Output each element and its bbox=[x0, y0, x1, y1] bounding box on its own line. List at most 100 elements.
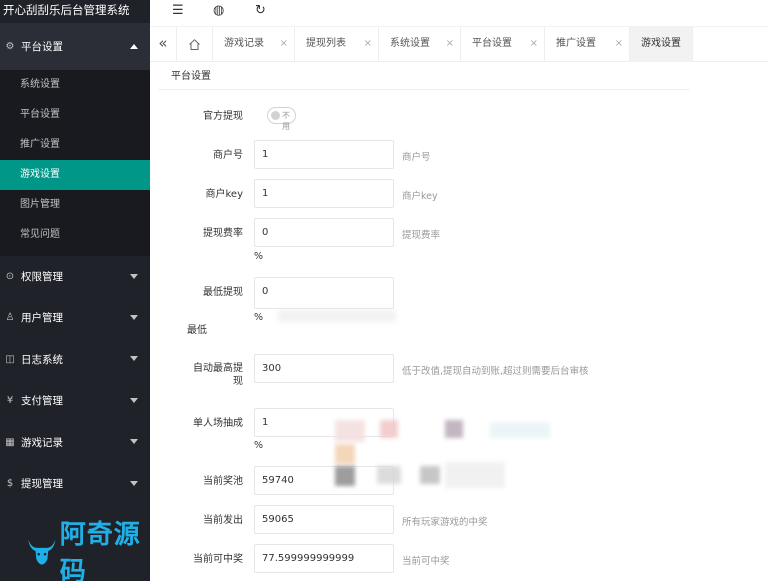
sidebar-item-promotion-settings[interactable]: 推广设置 bbox=[0, 130, 150, 160]
chevron-down-icon bbox=[130, 439, 138, 444]
current-winnable-label: 当前可中奖 bbox=[193, 554, 243, 565]
sidebar-item-game-settings[interactable]: 游戏设置 bbox=[0, 160, 150, 190]
current-pool-label: 当前奖池 bbox=[203, 476, 243, 487]
sidebar-group-payments[interactable]: ¥ 支付管理 bbox=[0, 380, 150, 421]
min-withdraw-extra-label: 最低 bbox=[187, 325, 207, 336]
watermark-text: 阿奇源码 bbox=[59, 520, 141, 581]
sidebar-item-system-settings[interactable]: 系统设置 bbox=[0, 70, 150, 100]
gear-icon: ⚙ bbox=[5, 41, 15, 52]
current-winnable-hint: 当前可中奖 bbox=[402, 556, 450, 567]
tab-label: 推广设置 bbox=[556, 38, 596, 49]
sidebar-group-label: 游戏记录 bbox=[21, 436, 63, 449]
withdraw-fee-input[interactable]: 0 bbox=[254, 218, 394, 247]
auto-max-withdraw-label-line1: 自动最高提 bbox=[193, 363, 243, 374]
official-withdraw-label: 官方提现 bbox=[203, 111, 243, 122]
auto-max-withdraw-hint: 低于改值,提现自动到账,超过则需要后台审核 bbox=[402, 366, 589, 377]
refresh-icon[interactable]: ↻ bbox=[255, 3, 266, 18]
dollar-icon: $ bbox=[6, 478, 14, 489]
globe-icon[interactable]: ◍ bbox=[213, 3, 224, 18]
sidebar-group-users[interactable]: ♙ 用户管理 bbox=[0, 297, 150, 338]
tab-label: 平台设置 bbox=[472, 38, 512, 49]
tab-game-records[interactable]: 游戏记录 × bbox=[213, 27, 295, 62]
current-payout-hint: 所有玩家游戏的中奖 bbox=[402, 517, 488, 528]
merchant-no-hint: 商户号 bbox=[402, 152, 431, 163]
divider bbox=[158, 89, 690, 90]
withdraw-fee-unit: % bbox=[254, 251, 264, 262]
sidebar-group-label: 权限管理 bbox=[21, 271, 63, 283]
tab-promotion-settings[interactable]: 推广设置 × bbox=[545, 27, 630, 62]
chevron-down-icon bbox=[130, 273, 138, 279]
sidebar-group-logs[interactable]: ◫ 日志系统 bbox=[0, 338, 150, 380]
sidebar-item-faq[interactable]: 常见问题 bbox=[0, 220, 150, 250]
tab-label: 游戏记录 bbox=[224, 38, 264, 49]
chevron-down-icon bbox=[130, 397, 138, 403]
tab-system-settings[interactable]: 系统设置 × bbox=[379, 27, 461, 62]
tab-withdraw-list[interactable]: 提现列表 × bbox=[295, 27, 379, 62]
tab-label: 系统设置 bbox=[390, 38, 430, 49]
current-winnable-input[interactable]: 77.599999999999 bbox=[254, 544, 394, 573]
withdraw-fee-hint: 提现费率 bbox=[402, 230, 441, 241]
home-tab[interactable] bbox=[177, 27, 213, 62]
merchant-key-hint: 商户key bbox=[402, 191, 438, 202]
tab-game-settings[interactable]: 游戏设置 bbox=[630, 27, 693, 62]
switch-text: 不用 bbox=[282, 111, 290, 131]
tab-scroll-left-icon[interactable]: « bbox=[150, 27, 177, 62]
grid-icon: ▦ bbox=[5, 436, 15, 448]
single-draw-unit: % bbox=[254, 440, 264, 451]
close-icon[interactable]: × bbox=[446, 27, 454, 60]
menu-icon[interactable]: ☰ bbox=[172, 3, 184, 18]
merchant-key-input[interactable]: 1 bbox=[254, 179, 394, 208]
current-payout-label: 当前发出 bbox=[203, 515, 243, 526]
sidebar-submenu: 系统设置 平台设置 推广设置 游戏设置 图片管理 常见问题 bbox=[0, 70, 150, 256]
chevron-up-icon bbox=[130, 43, 138, 49]
official-withdraw-switch[interactable]: 不用 bbox=[267, 107, 296, 131]
chevron-down-icon bbox=[130, 356, 138, 361]
log-icon: ◫ bbox=[5, 353, 15, 365]
auto-max-withdraw-input[interactable]: 300 bbox=[254, 354, 394, 383]
panel-title: 平台设置 bbox=[171, 71, 211, 82]
single-draw-label: 单人场抽成 bbox=[193, 418, 243, 429]
sidebar-item-platform-settings[interactable]: 平台设置 bbox=[0, 100, 150, 130]
sidebar-group-withdrawals[interactable]: $ 提现管理 bbox=[0, 463, 150, 504]
merchant-key-label: 商户key bbox=[205, 189, 243, 200]
blurred-mosaic bbox=[305, 414, 555, 506]
min-withdraw-input[interactable]: 0 bbox=[254, 277, 394, 309]
tab-label: 游戏设置 bbox=[641, 38, 681, 49]
sidebar-group-label: 平台设置 bbox=[21, 41, 63, 53]
close-icon[interactable]: × bbox=[615, 27, 623, 60]
merchant-no-input[interactable]: 1 bbox=[254, 140, 394, 169]
close-icon[interactable]: × bbox=[530, 27, 538, 60]
sidebar-group-permissions[interactable]: ⊙ 权限管理 bbox=[0, 256, 150, 297]
chevron-down-icon bbox=[130, 480, 138, 486]
sidebar-group-label: 支付管理 bbox=[21, 395, 63, 407]
switch-knob bbox=[271, 111, 280, 120]
min-withdraw-unit: % bbox=[254, 312, 264, 323]
current-payout-input[interactable]: 59065 bbox=[254, 505, 394, 534]
sidebar-group-label: 用户管理 bbox=[21, 312, 63, 324]
yen-icon: ¥ bbox=[6, 395, 14, 406]
tab-platform-settings[interactable]: 平台设置 × bbox=[461, 27, 545, 62]
home-icon bbox=[189, 39, 200, 50]
sidebar-group-platform-settings[interactable]: ⚙ 平台设置 bbox=[0, 23, 150, 70]
top-toolbar: ☰ ◍ ↻ bbox=[150, 0, 768, 26]
watermark: 阿奇源码 bbox=[26, 514, 150, 581]
merchant-no-label: 商户号 bbox=[213, 150, 243, 161]
sidebar-item-image-management[interactable]: 图片管理 bbox=[0, 190, 150, 220]
bull-logo-icon bbox=[28, 539, 56, 565]
shield-icon: ⊙ bbox=[5, 271, 15, 282]
blurred-overlay bbox=[278, 310, 396, 322]
auto-max-withdraw-label: 自动最高提 现 bbox=[150, 362, 243, 388]
min-withdraw-label: 最低提现 bbox=[203, 287, 243, 298]
auto-max-withdraw-label-line2: 现 bbox=[233, 376, 243, 387]
sidebar-group-label: 日志系统 bbox=[21, 353, 63, 366]
app-logo-title: 开心刮刮乐后台管理系统 bbox=[0, 0, 150, 23]
chevron-down-icon bbox=[130, 314, 138, 320]
sidebar: 开心刮刮乐后台管理系统 ⚙ 平台设置 系统设置 平台设置 推广设置 游戏设置 图… bbox=[0, 0, 150, 581]
settings-panel: 平台设置 官方提现 不用 商户号 1 商户号 商户key 1 商户key 提现费… bbox=[150, 62, 768, 581]
sidebar-group-label: 提现管理 bbox=[21, 478, 63, 490]
close-icon[interactable]: × bbox=[364, 27, 372, 60]
close-icon[interactable]: × bbox=[280, 27, 288, 60]
sidebar-group-game-records[interactable]: ▦ 游戏记录 bbox=[0, 421, 150, 463]
tab-label: 提现列表 bbox=[306, 38, 346, 49]
tab-bar: « 游戏记录 × 提现列表 × 系统设置 × 平台设置 × 推广设置 × 游戏设… bbox=[150, 26, 768, 62]
